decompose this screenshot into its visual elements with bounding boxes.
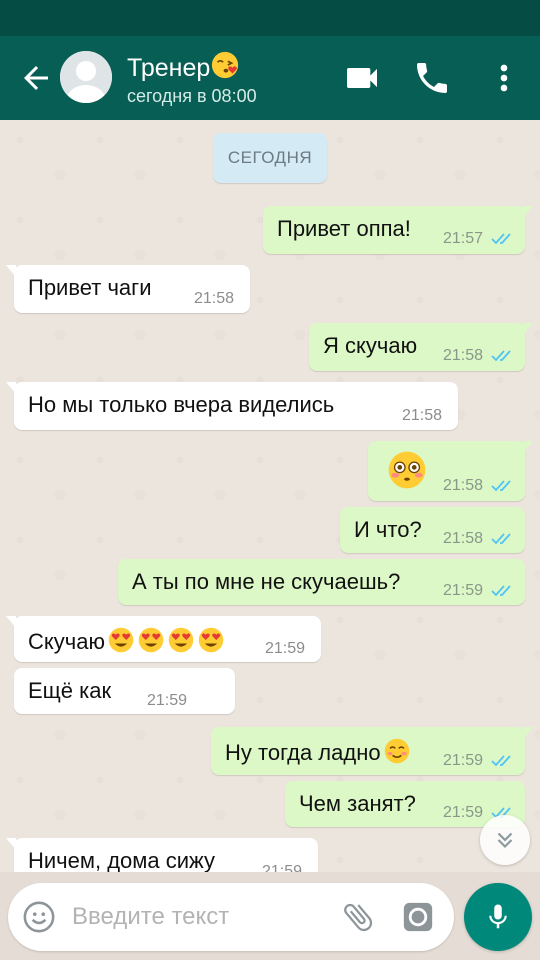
heart-eyes-emoji [108, 627, 134, 653]
message-time: 21:58 [443, 347, 484, 364]
double-check-icon [491, 233, 511, 245]
back-button[interactable] [18, 60, 54, 96]
message-incoming[interactable]: Скучаю 21:59 [6, 616, 321, 662]
message-text: Ну тогда ладно [225, 740, 381, 765]
message-incoming[interactable]: Но мы только вчера виделись 21:58 [6, 382, 458, 430]
heart-eyes-emoji [168, 627, 194, 653]
double-check-icon [491, 755, 511, 767]
flushed-face-emoji [388, 451, 426, 489]
double-check-icon [491, 533, 511, 545]
message-time: 21:59 [443, 804, 484, 821]
heart-eyes-emoji [138, 627, 164, 653]
scroll-down-icon [497, 832, 513, 849]
heart-eyes-emoji [198, 627, 224, 653]
message-time: 21:59 [443, 582, 484, 599]
attach-button[interactable] [340, 899, 376, 935]
camera-button[interactable] [401, 900, 435, 934]
emoji-button[interactable] [22, 900, 56, 934]
bubble-tail [523, 323, 533, 335]
status-bar [0, 0, 540, 36]
message-text: И что? [354, 517, 422, 542]
message-incoming[interactable]: Ничем, дома сижу 21:59 [6, 838, 318, 872]
message-text: Ещё как [28, 678, 112, 703]
message-text: Привет чаги [28, 275, 152, 300]
message-time: 21:59 [265, 640, 306, 657]
message-time: 21:58 [443, 477, 484, 494]
message-time: 21:58 [402, 407, 443, 424]
more-options-button[interactable] [484, 58, 524, 98]
bubble-tail [523, 206, 533, 218]
message-outgoing[interactable]: Я скучаю 21:58 [309, 323, 533, 371]
back-arrow-icon [24, 66, 48, 90]
emoji-icon [23, 901, 55, 933]
message-text: Но мы только вчера виделись [28, 392, 335, 417]
attach-icon [344, 903, 373, 932]
message-time: 21:57 [443, 230, 484, 247]
double-check-icon [491, 585, 511, 597]
voice-message-button[interactable] [464, 883, 532, 951]
message-text: Чем занят? [299, 791, 416, 816]
message-outgoing[interactable]: А ты по мне не скучаешь? 21:59 [118, 559, 525, 605]
message-text: Привет оппа! [277, 216, 411, 241]
double-check-icon [491, 480, 511, 492]
message-text-wrap: Скучаю [28, 626, 225, 655]
kissing-face-emoji [212, 51, 239, 79]
message-time: 21:59 [147, 692, 188, 709]
double-check-icon [491, 350, 511, 362]
bubble-tail [523, 441, 533, 453]
bubble-tail [6, 838, 16, 850]
camera-icon [403, 902, 433, 932]
message-text: Ничем, дома сижу [28, 848, 216, 872]
bubble-tail [6, 616, 16, 628]
bubble-tail [523, 727, 533, 739]
message-time: 21:58 [194, 290, 235, 307]
scroll-to-bottom-button[interactable] [480, 815, 530, 865]
message-time: 21:59 [443, 752, 484, 769]
avatar-placeholder-icon [60, 51, 112, 103]
video-call-icon [347, 68, 377, 88]
video-call-button[interactable] [342, 58, 382, 98]
smiling-face-emoji [384, 738, 409, 764]
message-time: 21:58 [443, 530, 484, 547]
date-divider: СЕГОДНЯ [213, 133, 327, 183]
message-incoming[interactable]: Привет чаги 21:58 [6, 265, 250, 313]
message-outgoing[interactable]: И что? 21:58 [340, 507, 525, 553]
chat-header: Тренер сегодня в 08:00 [0, 36, 540, 120]
bubble-tail [6, 265, 16, 277]
avatar[interactable] [60, 51, 112, 103]
message-outgoing[interactable]: 21:58 [368, 441, 533, 501]
message-list[interactable]: СЕГОДНЯ Привет оппа! 21:57 Привет чаги 2… [0, 120, 540, 872]
message-text-wrap: Ну тогда ладно [225, 737, 411, 766]
message-text: Скучаю [28, 629, 105, 654]
contact-name[interactable]: Тренер [127, 50, 240, 83]
compose-bar [8, 883, 454, 951]
bubble-tail [6, 382, 16, 394]
message-text: А ты по мне не скучаешь? [132, 569, 401, 594]
message-incoming[interactable]: Ещё как 21:59 [14, 668, 235, 714]
last-seen: сегодня в 08:00 [127, 86, 257, 106]
contact-name-label: Тренер [127, 54, 211, 82]
message-time: 21:59 [262, 863, 303, 872]
message-outgoing[interactable]: Ну тогда ладно 21:59 [211, 727, 533, 775]
phone-icon [417, 63, 447, 93]
message-outgoing[interactable]: Привет оппа! 21:57 [263, 206, 533, 254]
message-input[interactable] [72, 897, 322, 937]
voice-call-button[interactable] [412, 58, 452, 98]
more-vert-icon [500, 64, 508, 92]
message-text: Я скучаю [323, 333, 418, 358]
mic-icon [489, 904, 507, 929]
